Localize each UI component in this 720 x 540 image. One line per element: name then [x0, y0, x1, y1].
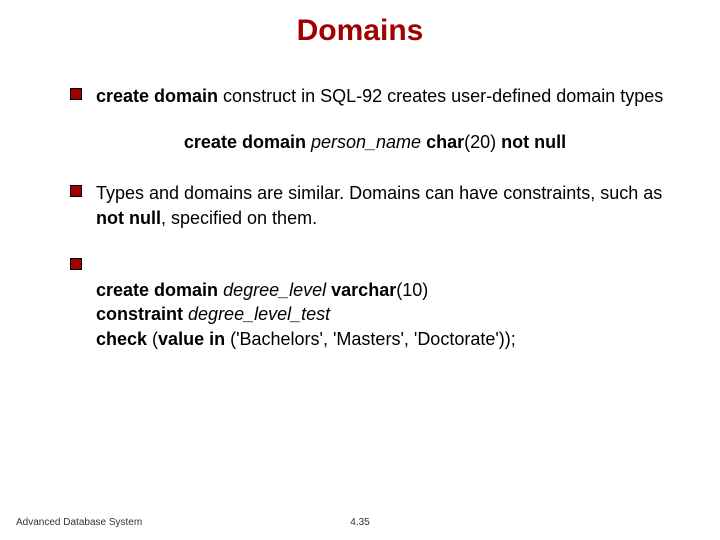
text-bold: value in [158, 329, 225, 349]
text-italic: degree_level_test [188, 304, 330, 324]
text: construct in SQL-92 creates user-defined… [218, 86, 663, 106]
slide-content: create domain construct in SQL-92 create… [0, 54, 720, 351]
bullet-text: create domain degree_level varchar(10) c… [96, 254, 516, 351]
bullet-item: Types and domains are similar. Domains c… [70, 181, 680, 230]
bullet-item: create domain degree_level varchar(10) c… [70, 254, 680, 351]
text: ('Bachelors', 'Masters', 'Doctorate')); [225, 329, 516, 349]
text: Types and domains are similar. Domains c… [96, 183, 662, 203]
text-bold: check [96, 329, 147, 349]
bullet-text: Types and domains are similar. Domains c… [96, 181, 680, 230]
slide: Domains create domain construct in SQL-9… [0, 0, 720, 540]
footer-page-number: 4.35 [350, 517, 369, 528]
text-bold: char [426, 132, 464, 152]
text-bold: constraint [96, 304, 183, 324]
text-bold: not null [96, 208, 161, 228]
bullet-text: create domain construct in SQL-92 create… [96, 84, 663, 108]
text-bold: create domain [96, 280, 218, 300]
text-bold: not null [501, 132, 566, 152]
text-italic: degree_level [223, 280, 326, 300]
slide-title: Domains [0, 0, 720, 54]
text-bold: create domain [96, 86, 218, 106]
square-bullet-icon [70, 88, 82, 100]
text: , specified on them. [161, 208, 317, 228]
code-example: create domain person_name char(20) not n… [70, 132, 680, 153]
text-bold: create domain [184, 132, 306, 152]
bullet-item: create domain construct in SQL-92 create… [70, 84, 680, 108]
text-bold: varchar [331, 280, 396, 300]
square-bullet-icon [70, 185, 82, 197]
square-bullet-icon [70, 258, 82, 270]
text: (10) [396, 280, 428, 300]
text: ( [147, 329, 158, 349]
text: (20) [464, 132, 501, 152]
text-italic: person_name [311, 132, 421, 152]
footer-left: Advanced Database System [16, 517, 142, 528]
